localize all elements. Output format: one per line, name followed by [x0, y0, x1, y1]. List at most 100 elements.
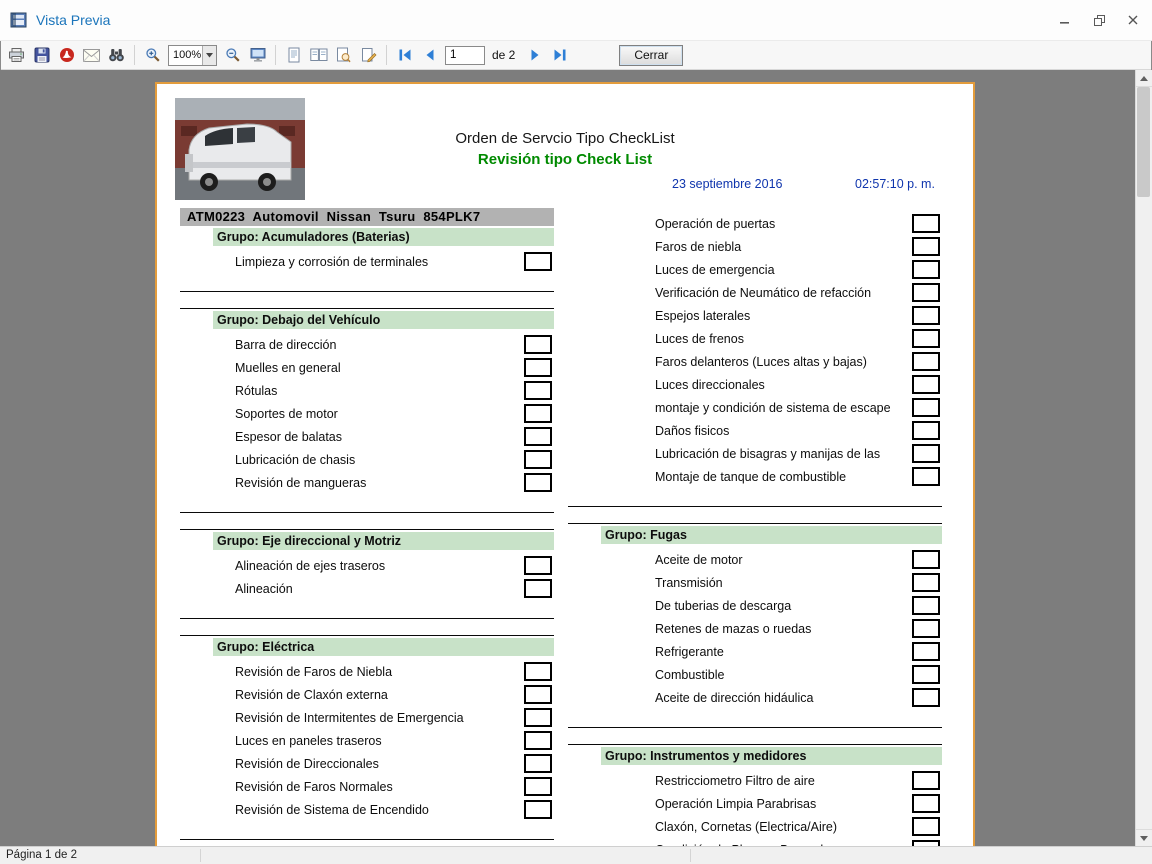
statusbar-divider [690, 849, 691, 862]
restore-button[interactable] [1090, 11, 1108, 29]
checklist-item: Retenes de mazas o ruedas [568, 617, 942, 640]
two-page-icon [310, 47, 328, 63]
checkbox [912, 329, 940, 348]
window-controls [1056, 0, 1142, 40]
checklist-item-label: Revisión de mangueras [235, 476, 524, 490]
export-pdf-button[interactable] [55, 43, 78, 67]
next-page-button[interactable] [523, 43, 546, 67]
checklist-item: Luces en paneles traseros [180, 729, 554, 752]
document-date: 23 septiembre 2016 [672, 177, 783, 191]
zoom-out-button[interactable] [221, 43, 244, 67]
scrollbar-thumb[interactable] [1137, 87, 1150, 197]
checkbox [524, 427, 552, 446]
checklist-item-label: Espesor de balatas [235, 430, 524, 444]
checkbox [524, 685, 552, 704]
previous-page-button[interactable] [418, 43, 441, 67]
section-divider [180, 529, 554, 530]
page-setup-button[interactable] [357, 43, 380, 67]
checklist-item-label: Operación de puertas [655, 217, 912, 231]
scroll-down-arrow[interactable] [1136, 829, 1152, 846]
checkbox [912, 375, 940, 394]
email-button[interactable] [80, 43, 103, 67]
checklist-item-label: Refrigerante [655, 645, 912, 659]
zoom-select[interactable]: 100% [168, 45, 217, 66]
checklist-item-label: Alineación de ejes traseros [235, 559, 524, 573]
zoom-value: 100% [169, 46, 202, 65]
truck-photo [175, 98, 305, 200]
checkbox [912, 398, 940, 417]
vertical-scrollbar[interactable] [1135, 70, 1152, 846]
checklist-item: Luces de frenos [568, 327, 942, 350]
checkbox [524, 662, 552, 681]
checklist-right-column: Operación de puertasFaros de nieblaLuces… [568, 208, 942, 846]
checklist-item: Verificación de Neumático de refacción [568, 281, 942, 304]
status-bar: Página 1 de 2 [0, 846, 1152, 864]
checklist-item-label: Soportes de motor [235, 407, 524, 421]
email-icon [83, 49, 100, 62]
titlebar: Vista Previa [0, 0, 1152, 41]
checklist-item: Luces direccionales [568, 373, 942, 396]
chevron-down-icon [202, 46, 216, 65]
checkbox [912, 421, 940, 440]
checkbox [912, 444, 940, 463]
last-page-button[interactable] [548, 43, 571, 67]
monitor-icon [250, 47, 266, 63]
save-button[interactable] [30, 43, 53, 67]
section-divider [568, 727, 942, 728]
minimize-button[interactable] [1056, 11, 1074, 29]
cerrar-button[interactable]: Cerrar [619, 45, 683, 66]
close-button[interactable] [1124, 11, 1142, 29]
first-page-button[interactable] [393, 43, 416, 67]
checklist-item: Aceite de motor [568, 548, 942, 571]
document-time: 02:57:10 p. m. [855, 177, 935, 191]
section-divider [568, 523, 942, 524]
checkbox [912, 352, 940, 371]
checkbox [912, 596, 940, 615]
checkbox [912, 688, 940, 707]
checkbox [912, 771, 940, 790]
single-page-button[interactable] [282, 43, 305, 67]
checklist-item-label: De tuberias de descarga [655, 599, 912, 613]
group-header: Grupo: Instrumentos y medidores [601, 747, 942, 765]
checklist-item-label: Alineación [235, 582, 524, 596]
checklist-item: Revisión de Faros de Niebla [180, 660, 554, 683]
checklist-item: Montaje de tanque de combustible [568, 465, 942, 488]
checkbox [524, 708, 552, 727]
vehicle-header: ATM0223 Automovil Nissan Tsuru 854PLK7 [180, 208, 554, 226]
zoom-out-icon [225, 47, 241, 63]
full-page-view-button[interactable] [246, 43, 269, 67]
vista-previa-window: Vista Previa 100% de 2 Cerra [0, 0, 1152, 864]
checkbox [524, 404, 552, 423]
zoom-in-button[interactable] [141, 43, 164, 67]
checklist-item-label: Luces de frenos [655, 332, 912, 346]
checklist-item: Combustible [568, 663, 942, 686]
checkbox [912, 573, 940, 592]
minimize-icon [1060, 15, 1070, 25]
print-button[interactable] [5, 43, 28, 67]
checklist-item-label: Luces direccionales [655, 378, 912, 392]
checklist-item: Restricciometro Filtro de aire [568, 769, 942, 792]
section-divider [180, 839, 554, 840]
checklist-item-label: Aceite de dirección hidáulica [655, 691, 912, 705]
checklist-item-label: Retenes de mazas o ruedas [655, 622, 912, 636]
checkbox [524, 556, 552, 575]
section-divider [568, 506, 942, 507]
checklist-item: Espesor de balatas [180, 425, 554, 448]
checklist-item: Soportes de motor [180, 402, 554, 425]
scroll-up-arrow[interactable] [1136, 70, 1152, 87]
checkbox [912, 260, 940, 279]
page-zoom-button[interactable] [332, 43, 355, 67]
section-divider [180, 512, 554, 513]
two-page-button[interactable] [307, 43, 330, 67]
checklist-item-label: Lubricación de chasis [235, 453, 524, 467]
restore-icon [1094, 15, 1105, 26]
checkbox [912, 794, 940, 813]
checklist-item-label: Revisión de Sistema de Encendido [235, 803, 524, 817]
checklist-item-label: Operación Limpia Parabrisas [655, 797, 912, 811]
page-number-input[interactable] [445, 46, 485, 65]
checklist-item-label: Barra de dirección [235, 338, 524, 352]
binoculars-icon [108, 47, 125, 63]
checklist-item-label: Lubricación de bisagras y manijas de las [655, 447, 912, 461]
find-button[interactable] [105, 43, 128, 67]
checklist-item-label: Daños fisicos [655, 424, 912, 438]
